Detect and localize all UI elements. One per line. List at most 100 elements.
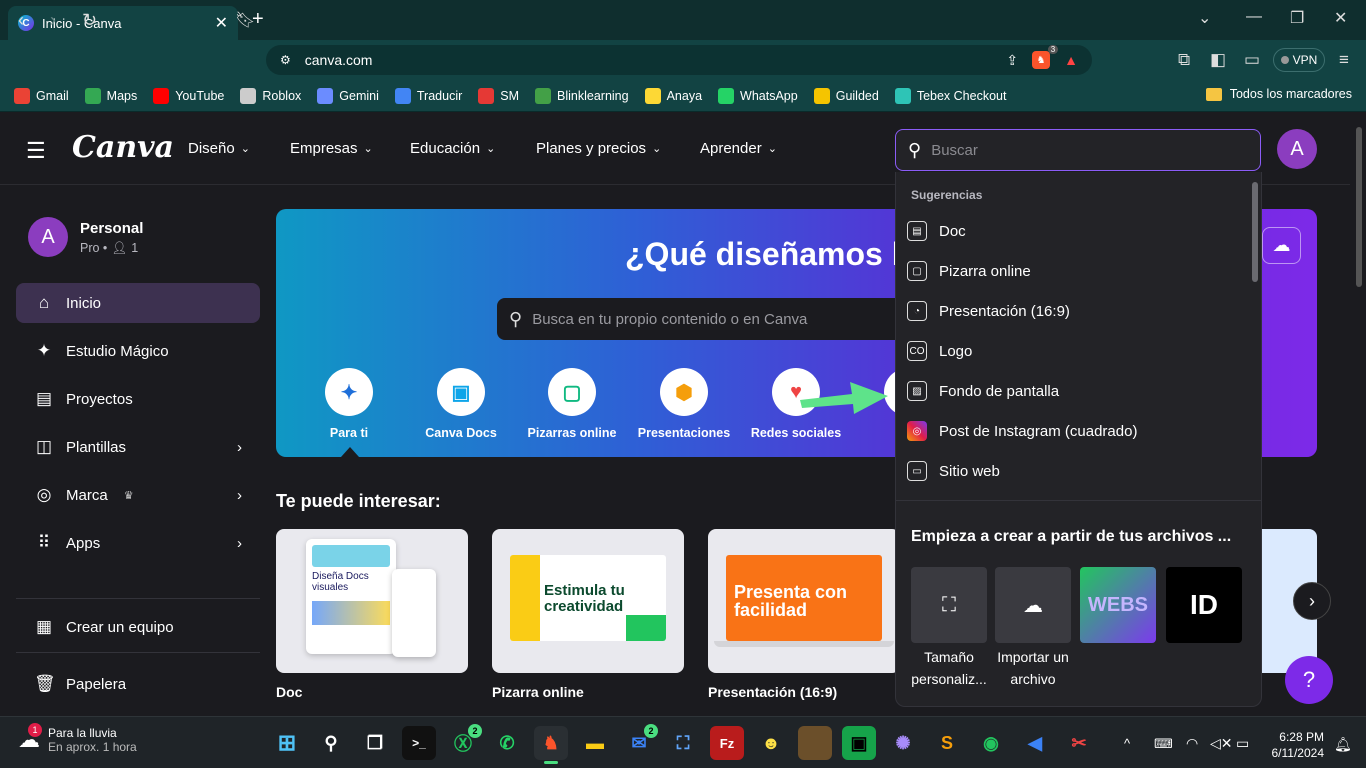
bookmark-tebex-checkout[interactable]: Tebex Checkout [894,87,1006,104]
card-doc-label[interactable]: Doc [276,684,302,700]
search-box[interactable]: ⚲ [895,129,1261,171]
custom-size-tile[interactable]: ⛶ [911,567,987,643]
card-doc[interactable]: Diseña Docs visuales [276,529,468,673]
clock[interactable]: 6:28 PM 6/11/2024 [1262,729,1325,761]
sidebar-item-4[interactable]: ◎ Marca ♛ › [16,475,260,515]
battery-icon[interactable]: ▭ [1236,735,1249,752]
bookmark-gemini[interactable]: Gemini [317,87,379,104]
suggestion-item[interactable]: CO Logo [907,331,972,371]
nav-item-2[interactable]: Educación ⌄ [410,140,495,157]
bookmark-youtube[interactable]: YouTube [153,87,224,104]
start-button[interactable]: ⊞ [270,726,304,760]
trash-button[interactable]: 🗑︎ Papelera [16,664,260,704]
back-button[interactable]: ‹ [18,10,24,31]
sidebar-item-5[interactable]: ⠿ Apps › [16,523,260,563]
close-tab-icon[interactable]: ✕ [215,13,228,33]
minimize-button[interactable]: — [1246,8,1262,26]
suggestion-item[interactable]: ◎ Post de Instagram (cuadrado) [907,411,1137,451]
dropdown-scrollbar[interactable] [1252,182,1258,282]
recent-file-thumb-id[interactable]: ID [1166,567,1242,643]
vscode-icon[interactable]: ◀ [1018,726,1052,760]
suggestion-item[interactable]: ▭ Sitio web [907,451,1000,491]
bookmark-icon[interactable]: 🔖︎ [235,10,255,30]
card-presentation-label[interactable]: Presentación (16:9) [708,684,837,700]
card-whiteboard-label[interactable]: Pizarra online [492,684,584,700]
close-window-button[interactable]: ✕ [1334,8,1347,28]
suggestion-item[interactable]: ▤ Doc [907,211,966,251]
import-file-tile[interactable]: ☁ [995,567,1071,643]
mail-icon[interactable]: ✉ 2 [622,724,658,760]
help-button[interactable]: ? [1285,656,1333,704]
forward-button[interactable]: › [50,10,56,31]
sidebar-item-2[interactable]: ▤ Proyectos [16,379,260,419]
minecraft-icon[interactable] [798,726,832,760]
reload-button[interactable]: ↻ [82,10,97,31]
bookmark-guilded[interactable]: Guilded [813,87,879,104]
network-app-icon[interactable]: ✺ [886,726,920,760]
category-0[interactable]: ✦ Para ti [294,368,404,440]
brave-taskbar-icon[interactable]: ♞ [534,726,568,760]
bookmark-whatsapp[interactable]: WhatsApp [718,87,798,104]
weather-widget[interactable]: ☁ 1 Para la lluvia En aprox. 1 hora [18,723,137,754]
suggestion-item[interactable]: ▨ Fondo de pantalla [907,371,1059,411]
maximize-button[interactable]: ❐ [1290,8,1304,28]
creeper-icon[interactable]: ▣ [842,726,876,760]
snipping-tool-icon[interactable]: ✂ [1062,726,1096,760]
tray-chevron-icon[interactable]: ^ [1124,736,1130,751]
task-view-icon[interactable]: ❐ [358,726,392,760]
category-1[interactable]: ▣ Canva Docs [406,368,516,440]
card-presentation[interactable]: Presenta con facilidad [708,529,900,673]
share-icon[interactable]: ⇪ [1006,52,1018,69]
all-bookmarks-button[interactable]: Todos los marcadores [1205,87,1352,101]
address-bar[interactable]: ⚙ canva.com ⇪ ♞ 3 ▲ [266,45,1092,75]
tab-search-chevron-icon[interactable]: ⌄ [1198,8,1211,28]
hero-search-box[interactable]: ⚲ Busca en tu propio contenido o en Canv… [497,298,917,340]
search-taskbar-icon[interactable]: ⚲ [314,726,348,760]
nav-item-1[interactable]: Empresas ⌄ [290,140,373,157]
nav-item-3[interactable]: Planes y precios ⌄ [536,140,661,157]
nav-item-4[interactable]: Aprender ⌄ [700,140,777,157]
page-scrollbar[interactable] [1352,113,1366,716]
menu-icon[interactable]: ≡ [1339,50,1349,70]
category-2[interactable]: ▢ Pizarras online [517,368,627,440]
hamburger-menu-icon[interactable]: ☰ [26,138,46,164]
card-whiteboard[interactable]: Estimula tu creatividad [492,529,684,673]
canva-logo[interactable]: Canva [72,130,174,165]
wallet-icon[interactable]: ▭ [1244,50,1260,70]
suggestion-item[interactable]: ▢ Pizarra online [907,251,1031,291]
carousel-next-button[interactable]: › [1293,582,1331,620]
category-3[interactable]: ⬢ Presentaciones [629,368,739,440]
user-avatar[interactable]: A [1277,129,1317,169]
account-avatar[interactable]: A [28,217,68,257]
site-info-icon[interactable]: ⚙ [280,53,291,67]
browser-tab[interactable]: C Inicio - Canva ✕ [8,6,238,40]
keyboard-icon[interactable]: ⌨ [1154,736,1173,752]
bookmark-gmail[interactable]: Gmail [14,87,69,104]
search-input[interactable] [931,141,1232,159]
notification-bell-icon[interactable]: 🔔︎ [1334,736,1352,753]
brave-shields-icon[interactable]: ♞ 3 [1032,45,1059,69]
volume-muted-icon[interactable]: ◁✕ [1210,735,1233,752]
sidebar-item-1[interactable]: ✦ Estudio Mágico [16,331,260,371]
nav-item-0[interactable]: Diseño ⌄ [188,140,250,157]
extensions-icon[interactable]: ⧉ [1178,50,1190,70]
bookmark-traducir[interactable]: Traducir [394,87,462,104]
filezilla-icon[interactable]: Fz [710,726,744,760]
brave-rewards-icon[interactable]: ▲ [1064,52,1078,68]
xbox-icon[interactable]: Ⓧ 2 [446,724,482,760]
snapchat-icon[interactable]: ☻ [754,726,788,760]
sidebar-item-3[interactable]: ◫ Plantillas › [16,427,260,467]
vpn-button[interactable]: VPN [1273,48,1325,72]
recent-file-thumb-webs[interactable]: WEBS [1080,567,1156,643]
account-name[interactable]: Personal [80,220,143,237]
whatsapp-taskbar-icon[interactable]: ✆ [490,726,524,760]
sidebar-item-0[interactable]: ⌂ Inicio [16,283,260,323]
bookmark-maps[interactable]: Maps [84,87,137,104]
suggestion-item[interactable]: ◔ Presentación (16:9) [907,291,1070,331]
s-app-icon[interactable]: S [930,726,964,760]
bookmark-blinklearning[interactable]: Blinklearning [535,87,629,104]
sidebar-toggle-icon[interactable]: ◧ [1210,50,1226,70]
store-icon[interactable]: ⛶ [666,726,700,760]
bookmark-sm[interactable]: SM [478,87,519,104]
page-scrollbar-thumb[interactable] [1356,127,1362,287]
